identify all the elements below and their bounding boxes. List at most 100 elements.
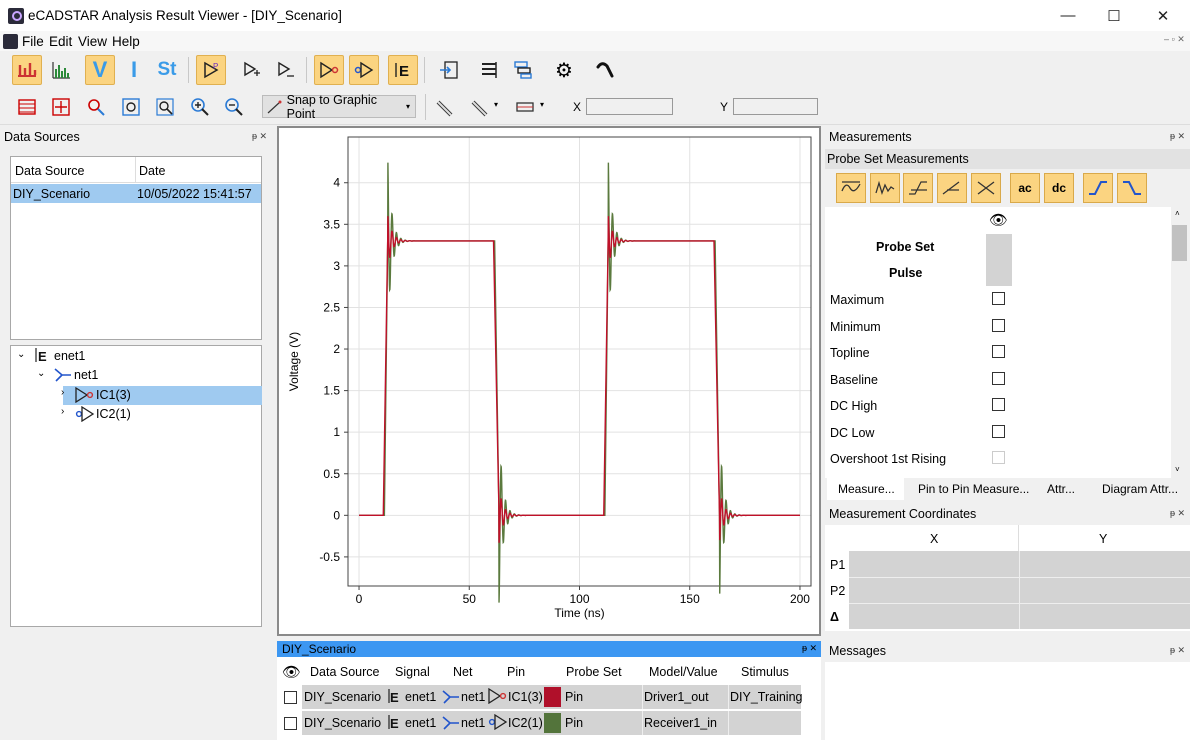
row-visibility-checkbox[interactable]	[284, 691, 297, 704]
measurement-checkbox[interactable]	[992, 371, 1005, 385]
pane-pin-icon[interactable]: ᵽ ✕	[1170, 508, 1185, 519]
menu-help[interactable]: Help	[112, 34, 140, 49]
column-data-source[interactable]: Data Source	[310, 665, 379, 679]
tab-diagram-attributes[interactable]: Diagram Attr...	[1102, 482, 1178, 496]
scrollbar-thumb[interactable]	[1172, 225, 1187, 261]
close-button[interactable]: ✕	[1140, 0, 1186, 31]
row-probe-set: Pin	[565, 716, 584, 730]
document-icon[interactable]	[3, 34, 18, 49]
measurement-scrollbar[interactable]: ˄ ˅	[1171, 207, 1188, 478]
rise-time-icon[interactable]	[903, 173, 933, 203]
probe-driver-icon[interactable]: P	[196, 55, 226, 85]
ruler-icon[interactable]	[430, 92, 460, 122]
measurement-label: Topline	[830, 346, 870, 360]
column-probe-set[interactable]: Probe Set	[566, 665, 622, 679]
column-net[interactable]: Net	[453, 665, 472, 679]
measurement-checkbox[interactable]	[992, 424, 1005, 438]
waveform-view-icon[interactable]	[12, 55, 42, 85]
falling-edge-icon[interactable]	[1117, 173, 1147, 203]
measurement-checkbox[interactable]	[992, 345, 1005, 358]
zoom-box-icon[interactable]	[150, 92, 180, 122]
enet-icon[interactable]: E	[388, 55, 418, 85]
tree-item-ic1[interactable]: IC1(3)	[96, 388, 131, 402]
pane-pin-icon[interactable]: ᵽ ✕	[802, 643, 817, 654]
driver-pin-icon[interactable]	[314, 55, 344, 85]
zoom-window-icon[interactable]	[116, 92, 146, 122]
list-view-icon[interactable]	[474, 55, 504, 85]
state-icon[interactable]: St	[152, 55, 182, 85]
maximize-button[interactable]: ☐	[1091, 0, 1137, 31]
chevron-down-icon[interactable]: ▾	[494, 100, 498, 109]
measurement-checkbox[interactable]	[992, 398, 1005, 411]
tab-pin-to-pin[interactable]: Pin to Pin Measure...	[918, 482, 1029, 496]
zoom-region-icon[interactable]	[81, 92, 111, 122]
menu-view[interactable]: View	[78, 34, 107, 49]
chevron-down-icon[interactable]: ˅	[1175, 465, 1180, 474]
eye-icon[interactable]: 👁	[989, 211, 1008, 229]
tab-attributes[interactable]: Attr...	[1047, 482, 1075, 496]
measurement-checkbox[interactable]	[992, 451, 1005, 464]
voltage-icon[interactable]: V	[85, 55, 115, 85]
tree-item-ic2[interactable]: IC2(1)	[96, 407, 131, 421]
crossing-icon[interactable]	[971, 173, 1001, 203]
visibility-column	[986, 234, 1012, 286]
chevron-right-icon[interactable]: ›	[61, 387, 64, 398]
waveform-plot[interactable]: 0 50 100 150 200 -0.5 0 0.5 1 1.5 2 2.5 3 3.5 4 Time (n…	[279, 128, 819, 634]
probe-tool-icon[interactable]	[589, 55, 619, 85]
rising-edge-icon[interactable]	[1083, 173, 1113, 203]
slew-rate-icon[interactable]	[937, 173, 967, 203]
menu-edit[interactable]: Edit	[49, 34, 72, 49]
y-coord-field[interactable]	[733, 98, 818, 115]
settings-gear-icon[interactable]: ⚙	[549, 55, 579, 85]
eye-icon[interactable]: 👁	[282, 663, 301, 681]
column-stimulus[interactable]: Stimulus	[741, 665, 789, 679]
zoom-out-icon[interactable]	[219, 92, 249, 122]
ruler-delta-icon[interactable]	[465, 92, 495, 122]
tree-item-enet1[interactable]: enet1	[54, 349, 85, 363]
ac-measure-icon[interactable]: ac	[1010, 173, 1040, 203]
row-visibility-checkbox[interactable]	[284, 717, 297, 730]
chevron-right-icon[interactable]: ›	[61, 406, 64, 417]
zoom-fit-icon[interactable]	[46, 92, 76, 122]
pane-pin-icon[interactable]: ᵽ ✕	[1170, 645, 1185, 656]
measurement-checkbox[interactable]	[992, 292, 1005, 305]
chevron-up-icon[interactable]: ˄	[1175, 209, 1180, 218]
y-tick-label: 0	[333, 508, 340, 522]
ringing-measure-icon[interactable]	[870, 173, 900, 203]
maximum-measure-icon[interactable]	[836, 173, 866, 203]
x-coord-field[interactable]	[586, 98, 673, 115]
tree-item-net1[interactable]: net1	[74, 368, 98, 382]
column-model-value[interactable]: Model/Value	[649, 665, 718, 679]
measurement-checkbox[interactable]	[992, 318, 1005, 332]
receiver-pin-icon[interactable]	[349, 55, 379, 85]
current-icon[interactable]: I	[119, 55, 149, 85]
measure-span-icon[interactable]	[510, 92, 540, 122]
minimize-button[interactable]: —	[1045, 0, 1091, 31]
waveform-chart[interactable]: 0 50 100 150 200 -0.5 0 0.5 1 1.5 2 2.5 3 3.5 4 Time (n…	[277, 126, 821, 636]
mdi-controls[interactable]: – ▫ ✕	[1164, 34, 1185, 45]
column-header-date[interactable]: Date	[139, 164, 165, 178]
zoom-in-icon[interactable]	[185, 92, 215, 122]
tab-measure[interactable]: Measure...	[838, 482, 895, 496]
stack-view-icon[interactable]	[508, 55, 538, 85]
fft-view-icon[interactable]	[46, 55, 76, 85]
probe-add-icon[interactable]	[236, 55, 266, 85]
svg-text:E: E	[38, 349, 47, 363]
measurement-list: 👁 Probe Set Pulse Maximum Minimum Topline B…	[825, 207, 1171, 478]
export-icon[interactable]	[434, 55, 464, 85]
fit-all-icon[interactable]	[12, 92, 42, 122]
col-divider	[642, 685, 643, 709]
menu-file[interactable]: File	[22, 34, 44, 49]
chevron-down-icon[interactable]: ⌄	[17, 349, 25, 360]
probe-set-heading: Probe Set	[876, 240, 935, 254]
chevron-down-icon[interactable]: ▾	[540, 100, 544, 109]
column-header-data-source[interactable]: Data Source	[15, 164, 84, 178]
chevron-down-icon[interactable]: ⌄	[37, 368, 45, 379]
snap-mode-dropdown[interactable]: Snap to Graphic Point ▾	[262, 93, 416, 121]
probe-remove-icon[interactable]	[270, 55, 300, 85]
pane-pin-icon[interactable]: ᵽ ✕	[1170, 131, 1185, 142]
dc-measure-icon[interactable]: dc	[1044, 173, 1074, 203]
column-pin[interactable]: Pin	[507, 665, 525, 679]
column-signal[interactable]: Signal	[395, 665, 430, 679]
pane-pin-icon[interactable]: ᵽ ✕	[252, 131, 267, 142]
